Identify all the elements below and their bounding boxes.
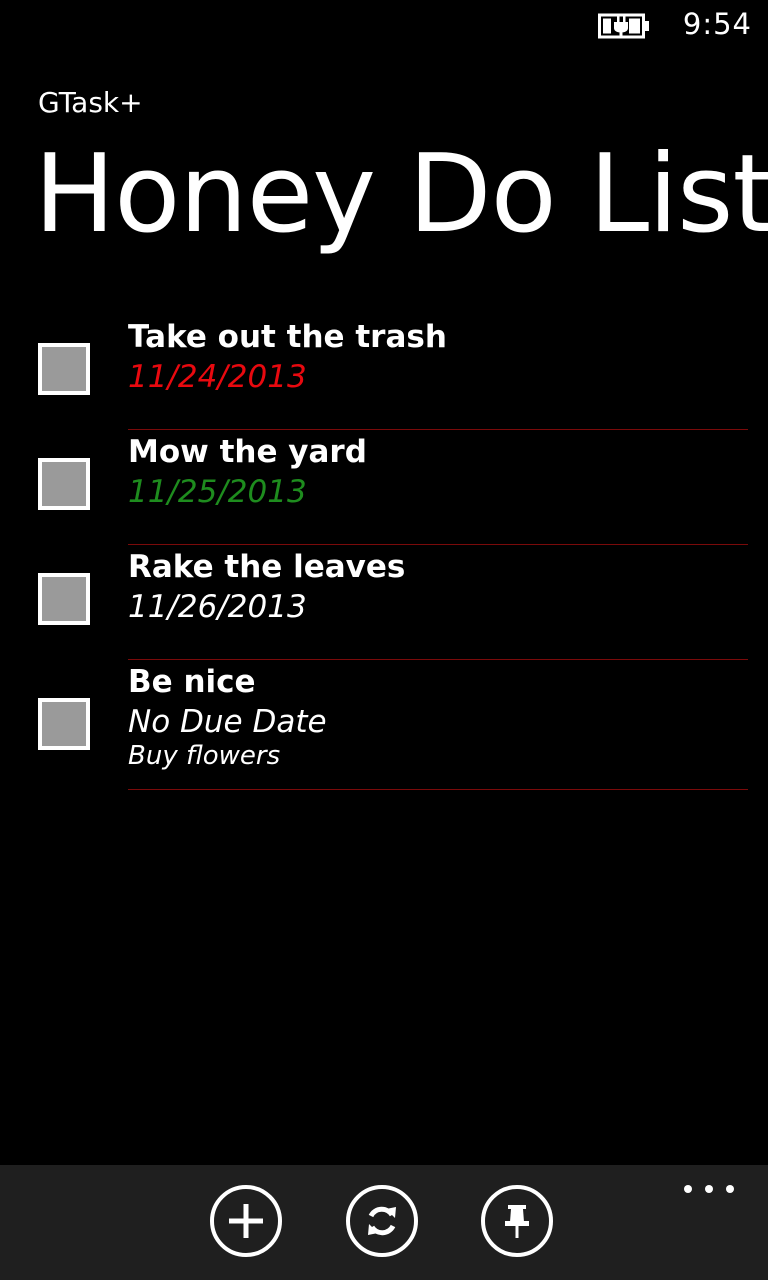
pin-icon: [505, 1205, 529, 1238]
battery-charging-icon: [598, 13, 649, 39]
task-due-date: 11/24/2013: [128, 359, 307, 396]
task-checkbox[interactable]: [38, 698, 90, 750]
task-item[interactable]: Mow the yard 11/25/2013: [0, 430, 768, 545]
sync-icon: [368, 1206, 396, 1236]
task-due-date: 11/26/2013: [128, 589, 307, 626]
task-title: Mow the yard: [128, 434, 367, 470]
task-checkbox[interactable]: [38, 343, 90, 395]
pin-button[interactable]: [481, 1185, 553, 1257]
status-clock: 9:54: [682, 7, 752, 41]
sync-button[interactable]: [346, 1185, 418, 1257]
task-title: Rake the leaves: [128, 549, 406, 585]
task-item[interactable]: Rake the leaves 11/26/2013: [0, 545, 768, 660]
task-item[interactable]: Take out the trash 11/24/2013: [0, 315, 768, 430]
add-icon: [229, 1204, 263, 1238]
more-dot: [684, 1185, 692, 1193]
task-title: Take out the trash: [128, 319, 447, 355]
more-dot: [726, 1185, 734, 1193]
task-body[interactable]: Take out the trash 11/24/2013: [128, 319, 748, 430]
app-title: GTask+: [38, 86, 143, 119]
task-note: Buy flowers: [128, 740, 281, 771]
more-dot: [705, 1185, 713, 1193]
status-bar: 9:54: [0, 0, 768, 52]
page-title: Honey Do List: [34, 132, 768, 257]
task-due-date: No Due Date: [128, 704, 327, 741]
add-button[interactable]: [210, 1185, 282, 1257]
task-body[interactable]: Mow the yard 11/25/2013: [128, 434, 748, 545]
app-bar: [0, 1165, 768, 1280]
task-due-date: 11/25/2013: [128, 474, 307, 511]
task-item[interactable]: Be nice No Due Date Buy flowers: [0, 660, 768, 790]
task-checkbox[interactable]: [38, 573, 90, 625]
task-checkbox[interactable]: [38, 458, 90, 510]
task-body[interactable]: Rake the leaves 11/26/2013: [128, 549, 748, 660]
more-icon[interactable]: [684, 1177, 734, 1201]
task-body[interactable]: Be nice No Due Date Buy flowers: [128, 664, 748, 790]
task-title: Be nice: [128, 664, 256, 700]
task-list: Take out the trash 11/24/2013 Mow the ya…: [0, 315, 768, 790]
